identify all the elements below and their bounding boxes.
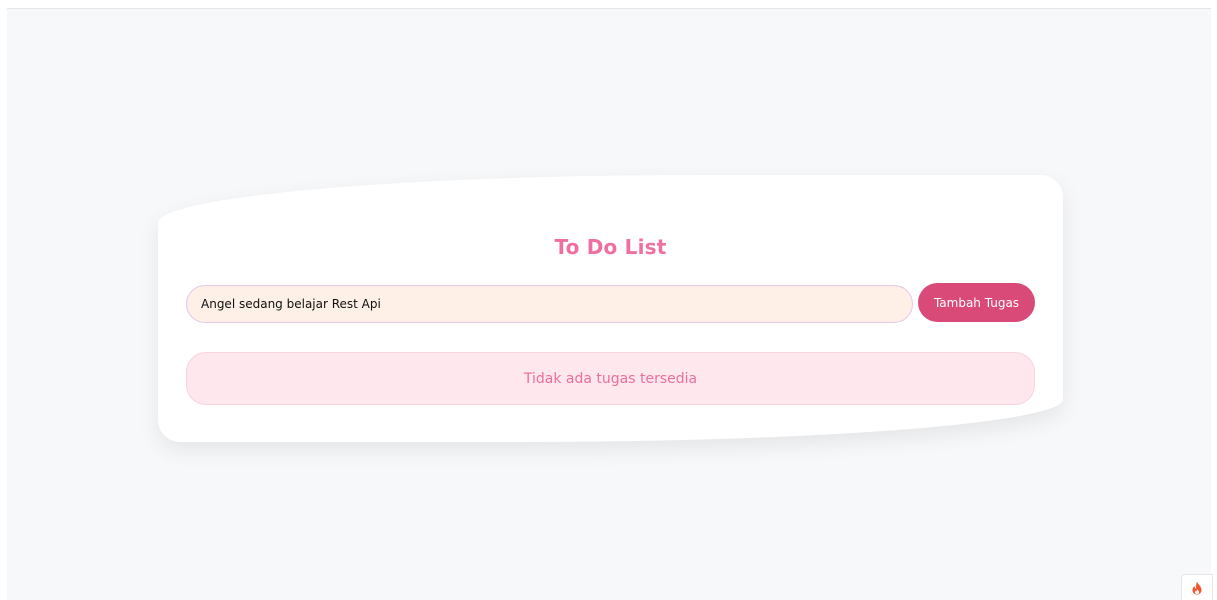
todo-card: To Do List Tambah Tugas Tidak ada tugas …: [158, 175, 1063, 442]
flame-icon: [1192, 581, 1202, 594]
page-viewport: To Do List Tambah Tugas Tidak ada tugas …: [7, 8, 1211, 600]
empty-state: Tidak ada tugas tersedia: [186, 352, 1035, 405]
task-input[interactable]: [186, 285, 913, 323]
debug-toolbar-toggle[interactable]: [1181, 574, 1213, 600]
add-task-button[interactable]: Tambah Tugas: [918, 283, 1035, 322]
empty-state-message: Tidak ada tugas tersedia: [523, 370, 698, 387]
page-title: To Do List: [554, 235, 667, 259]
